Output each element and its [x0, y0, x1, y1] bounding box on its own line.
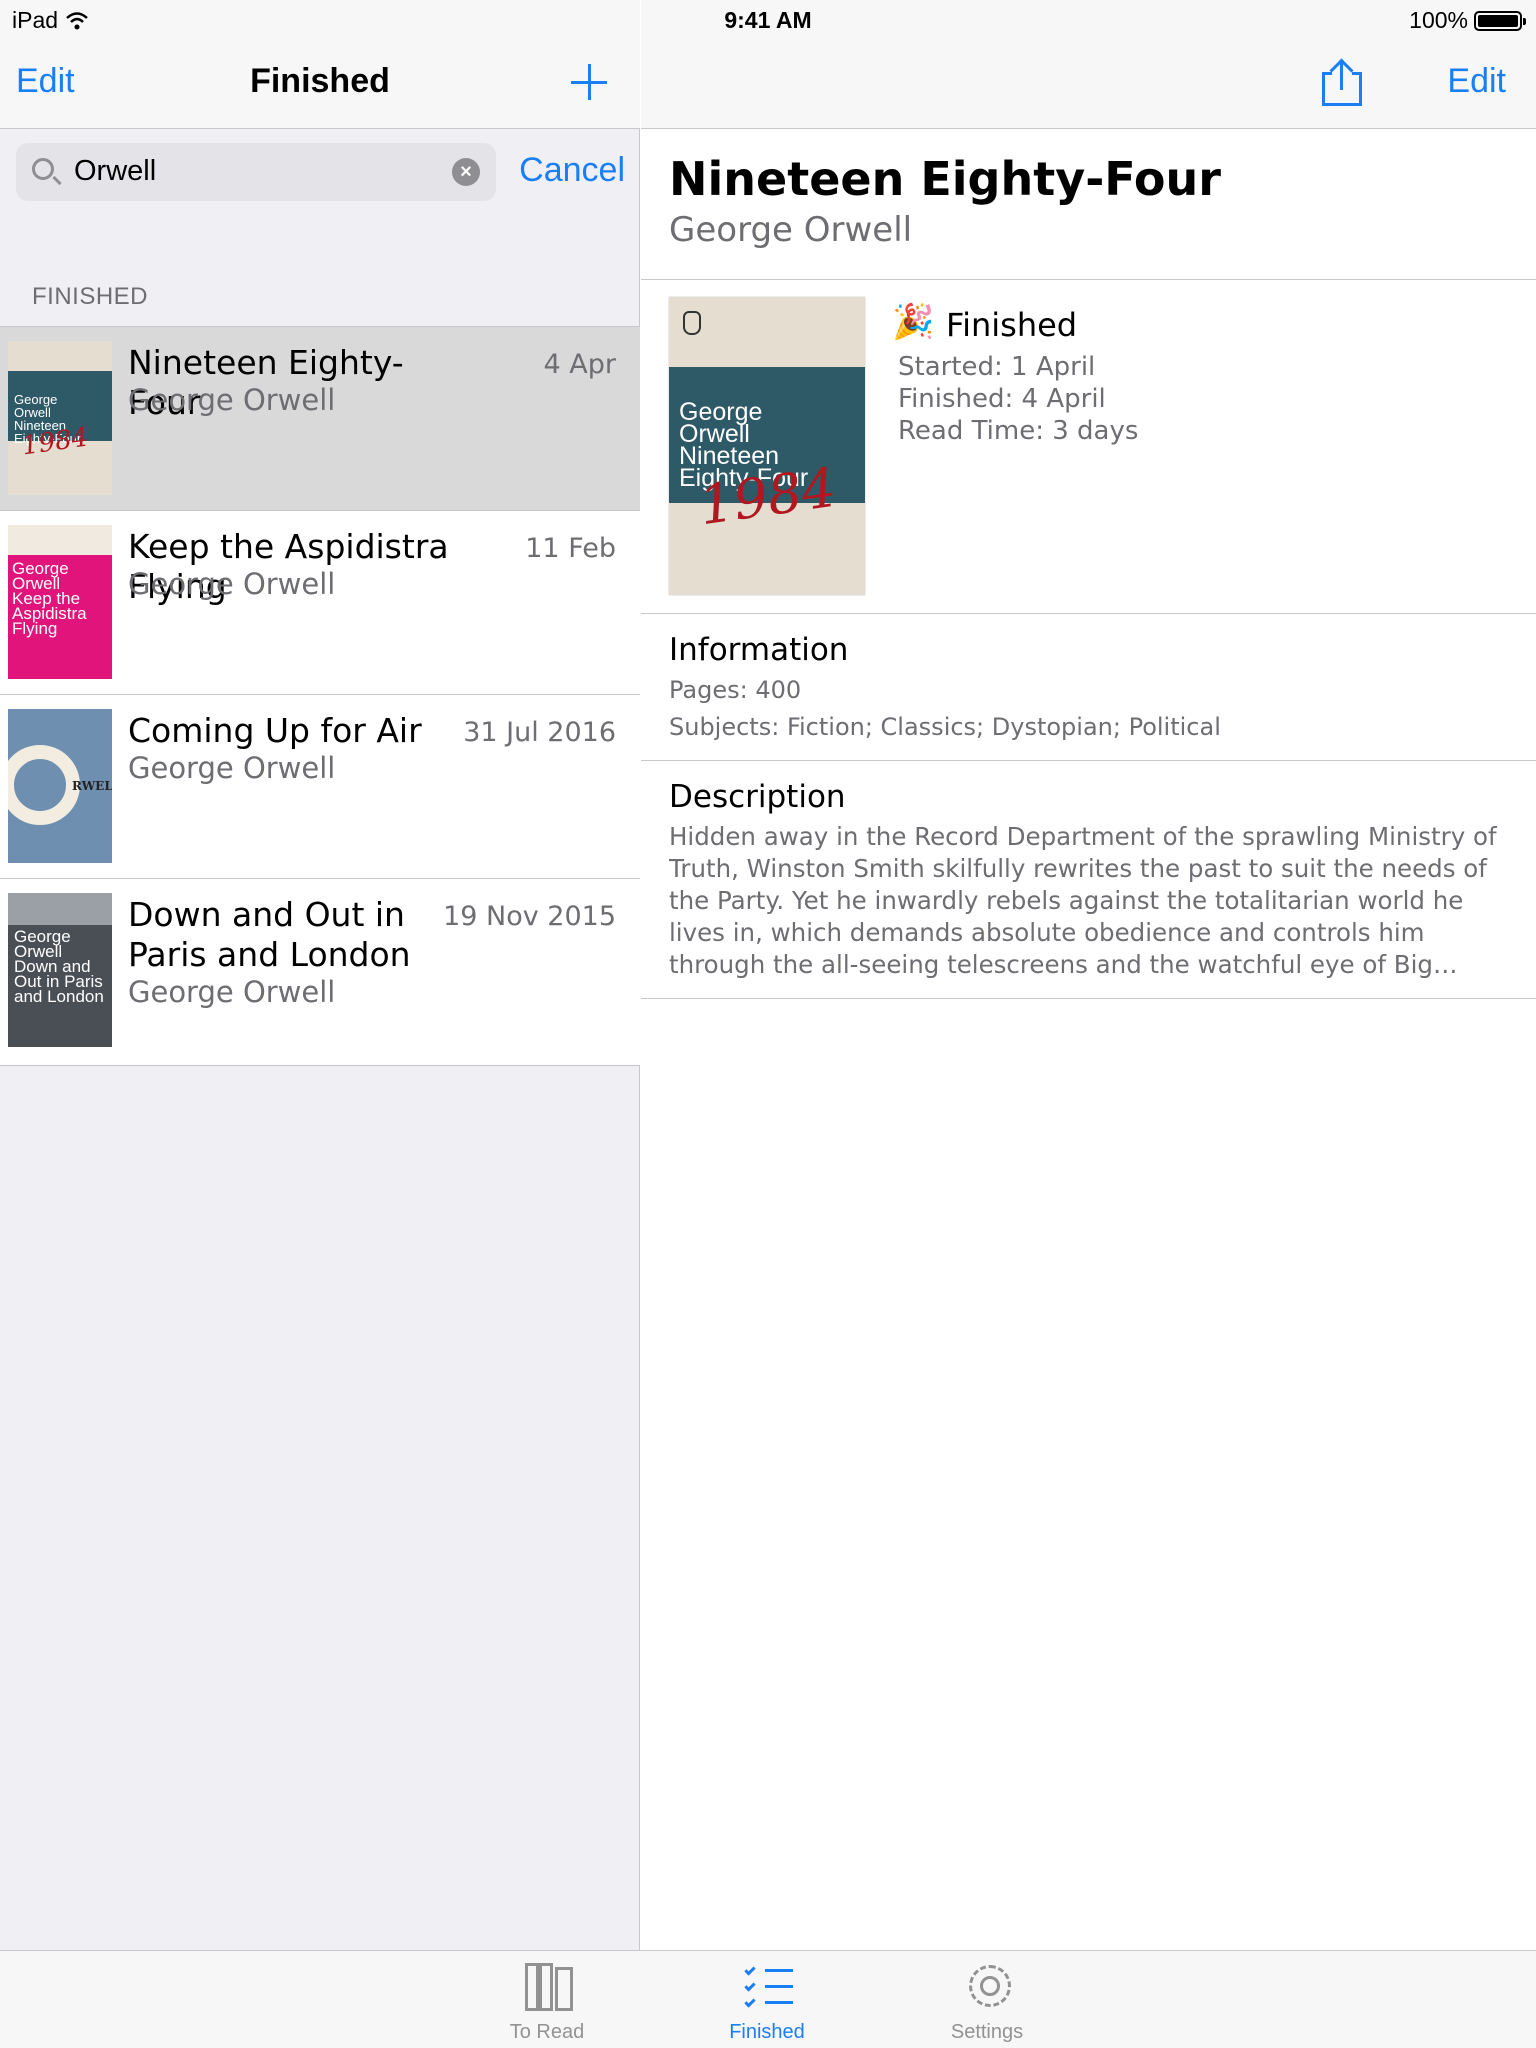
book-cover: George Orwell Down and Out in Paris and … [8, 893, 112, 1047]
subjects: Subjects: Fiction; Classics; Dystopian; … [669, 713, 1221, 741]
tab-label: Finished [729, 2021, 805, 2043]
book-detail-pane: Edit Nineteen Eighty-Four George Orwell … [641, 0, 1536, 1950]
search-bar: Orwell × Cancel [16, 143, 625, 201]
detail-edit-button[interactable]: Edit [1447, 62, 1506, 101]
book-cover: George Orwell Keep the Aspidistra Flying [8, 525, 112, 679]
book-list: George Orwell Nineteen Eighty-Four 1984 … [0, 326, 640, 1066]
party-popper-icon: 🎉 [892, 302, 935, 342]
description-text: Hidden away in the Record Department of … [669, 822, 1497, 979]
checklist-icon [744, 1961, 793, 2011]
started-date: Started: 1 April [898, 352, 1096, 382]
search-icon [32, 158, 54, 180]
book-cover: RWELL [8, 709, 112, 863]
book-finish-date: 11 Feb [525, 533, 616, 564]
share-icon[interactable] [1322, 58, 1362, 106]
detail-cover-image: George Orwell Nineteen Eighty-Four 1984 [669, 297, 865, 595]
gear-icon [965, 1961, 1013, 2011]
finished-date: Finished: 4 April [898, 384, 1106, 414]
penguin-logo-icon [683, 311, 701, 335]
section-header: FINISHED [32, 283, 149, 310]
divider [641, 613, 1536, 614]
detail-title: Nineteen Eighty-Four [669, 152, 1221, 206]
books-icon [525, 1961, 573, 2011]
tab-to-read[interactable]: To Read [467, 1957, 627, 2045]
search-field[interactable]: Orwell × [16, 143, 496, 201]
page-count: Pages: 400 [669, 676, 802, 704]
book-title: Coming Up for Air [128, 711, 422, 750]
tab-bar: To Read Finished Settings [0, 1950, 1536, 2048]
device-name: iPad [12, 7, 59, 33]
book-row[interactable]: George Orwell Down and Out in Paris and … [0, 879, 640, 1065]
book-row[interactable]: RWELL Coming Up for Air George Orwell 31… [0, 695, 640, 879]
book-row[interactable]: George Orwell Keep the Aspidistra Flying… [0, 511, 640, 695]
information-heading: Information [669, 632, 849, 668]
book-finish-date: 19 Nov 2015 [443, 901, 616, 932]
battery-fill [1478, 14, 1518, 27]
book-row[interactable]: George Orwell Nineteen Eighty-Four 1984 … [0, 327, 640, 511]
divider [641, 998, 1536, 999]
book-finish-date: 4 Apr [543, 349, 616, 380]
battery-icon [1474, 10, 1526, 31]
book-list-pane: Edit Finished Orwell × Cancel FINISHED G… [0, 0, 640, 1950]
divider [641, 760, 1536, 761]
divider [641, 279, 1536, 280]
book-author: George Orwell [128, 383, 336, 417]
left-edit-button[interactable]: Edit [16, 62, 75, 101]
plus-icon[interactable] [570, 62, 610, 102]
book-author: George Orwell [128, 751, 336, 785]
book-author: George Orwell [128, 567, 336, 601]
search-input[interactable]: Orwell [74, 155, 156, 188]
detail-author: George Orwell [669, 210, 913, 250]
tab-label: Settings [950, 2021, 1024, 2043]
list-title: Finished [250, 62, 390, 100]
book-author: George Orwell [128, 975, 336, 1009]
status-bar: iPad 9:41 AM 100% [0, 0, 1536, 40]
tab-finished[interactable]: Finished [687, 1957, 847, 2045]
status-label: Finished [946, 306, 1078, 344]
read-time: Read Time: 3 days [898, 416, 1139, 446]
clear-search-icon[interactable]: × [452, 158, 480, 186]
book-title: Down and Out in Paris and London [128, 895, 411, 974]
book-cover: George Orwell Nineteen Eighty-Four 1984 [8, 341, 112, 495]
book-finish-date: 31 Jul 2016 [463, 717, 616, 748]
battery-percent: 100% [1409, 7, 1468, 33]
wifi-icon [66, 11, 88, 29]
tab-label: To Read [509, 2021, 585, 2043]
tab-settings[interactable]: Settings [907, 1957, 1067, 2045]
status-time: 9:41 AM [724, 7, 812, 33]
description-heading: Description [669, 779, 846, 815]
cancel-button[interactable]: Cancel [519, 151, 625, 190]
